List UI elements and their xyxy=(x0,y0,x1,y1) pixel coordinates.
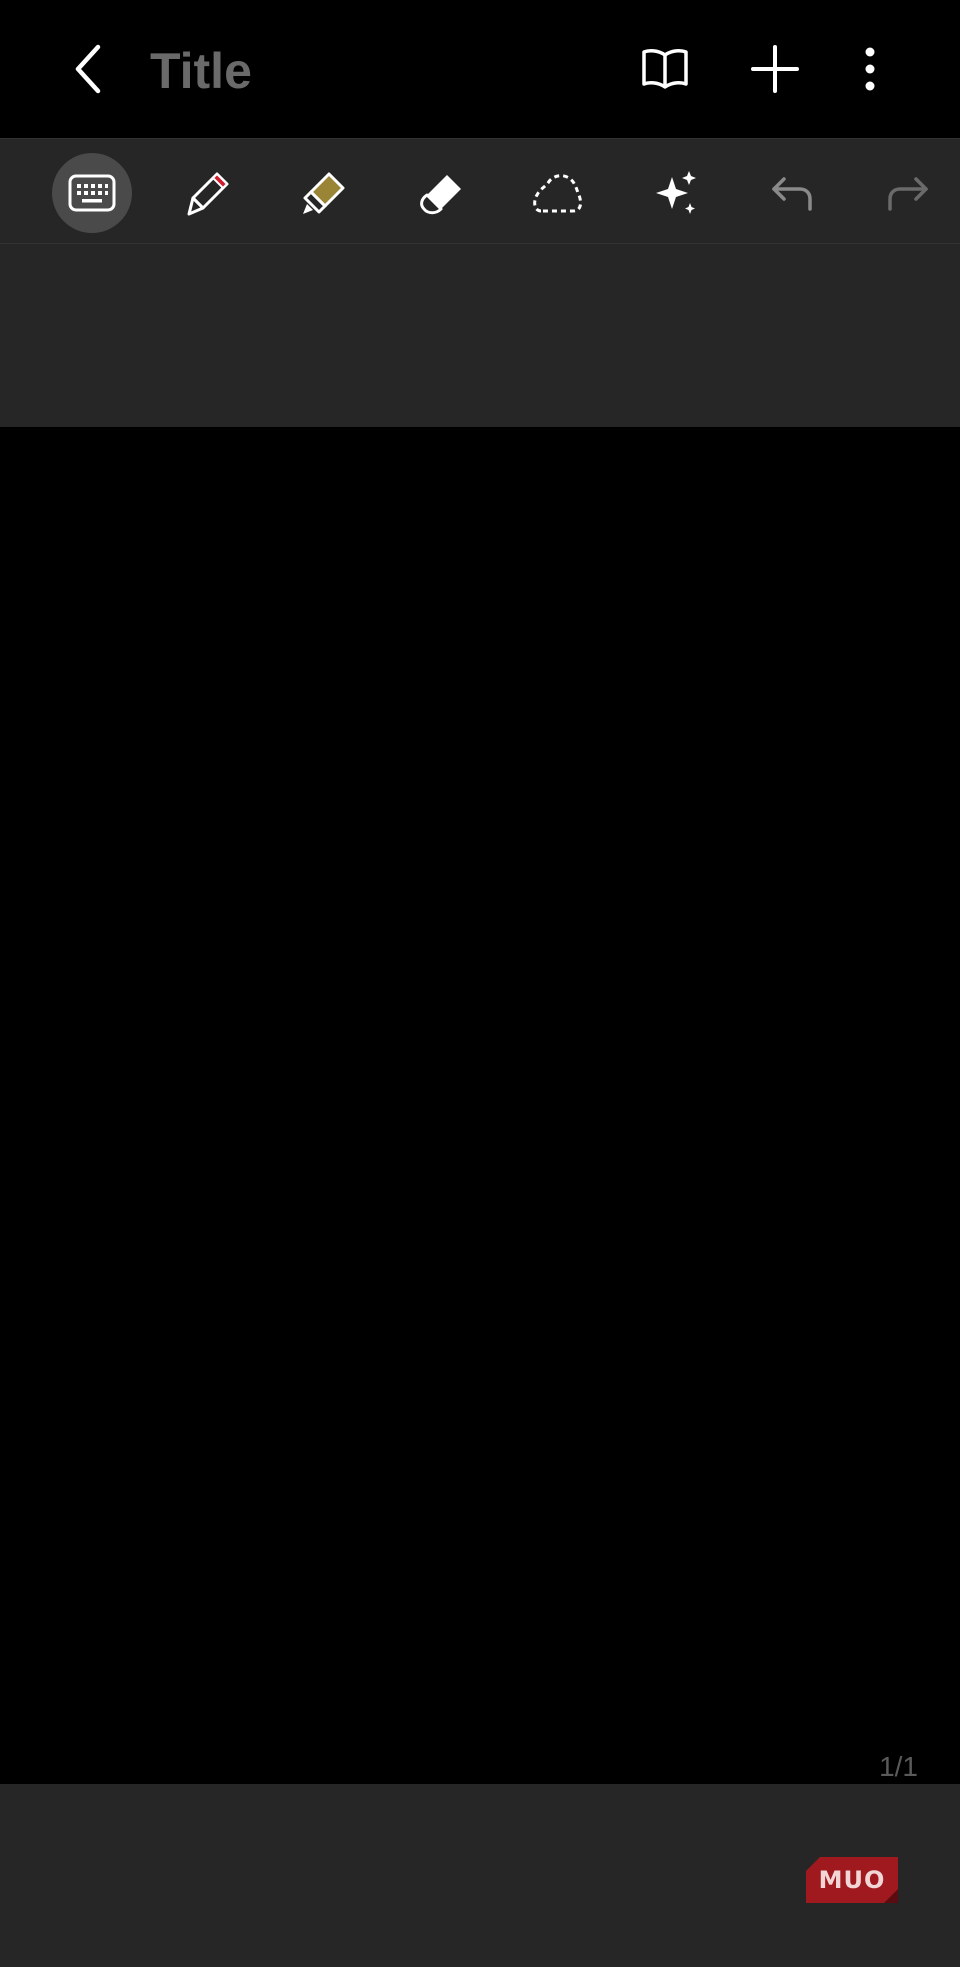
undo-icon xyxy=(772,177,812,211)
note-title[interactable]: Title xyxy=(150,38,252,104)
add-button[interactable] xyxy=(744,38,806,100)
pen-icon xyxy=(187,172,229,216)
back-arrow-icon xyxy=(75,44,101,94)
page-header-area[interactable] xyxy=(0,244,960,427)
keyboard-icon xyxy=(68,174,116,212)
book-icon xyxy=(642,49,688,89)
reading-mode-button[interactable] xyxy=(634,38,696,100)
pen-tool-button[interactable] xyxy=(168,153,248,233)
app-bar: Title xyxy=(0,0,960,138)
more-vertical-icon xyxy=(865,47,875,91)
muo-logo: MUO xyxy=(806,1857,898,1903)
lasso-select-icon xyxy=(533,174,583,213)
more-options-button[interactable] xyxy=(850,38,890,100)
plus-icon xyxy=(751,45,799,93)
logo-text: MUO xyxy=(818,1866,886,1894)
ai-assist-tool-button[interactable] xyxy=(636,153,716,233)
keyboard-tool-button[interactable] xyxy=(52,153,132,233)
undo-button[interactable] xyxy=(752,153,832,233)
note-canvas[interactable] xyxy=(0,427,960,1784)
page-indicator: 1/1 xyxy=(879,1751,918,1782)
highlighter-icon xyxy=(303,172,345,214)
lasso-tool-button[interactable] xyxy=(518,153,598,233)
redo-button[interactable] xyxy=(868,153,948,233)
drawing-toolbar xyxy=(0,138,960,244)
eraser-icon xyxy=(420,175,461,215)
redo-icon xyxy=(888,177,928,211)
highlighter-tool-button[interactable] xyxy=(284,153,364,233)
back-button[interactable] xyxy=(58,36,118,102)
sparkle-icon xyxy=(656,171,696,214)
eraser-tool-button[interactable] xyxy=(402,153,482,233)
